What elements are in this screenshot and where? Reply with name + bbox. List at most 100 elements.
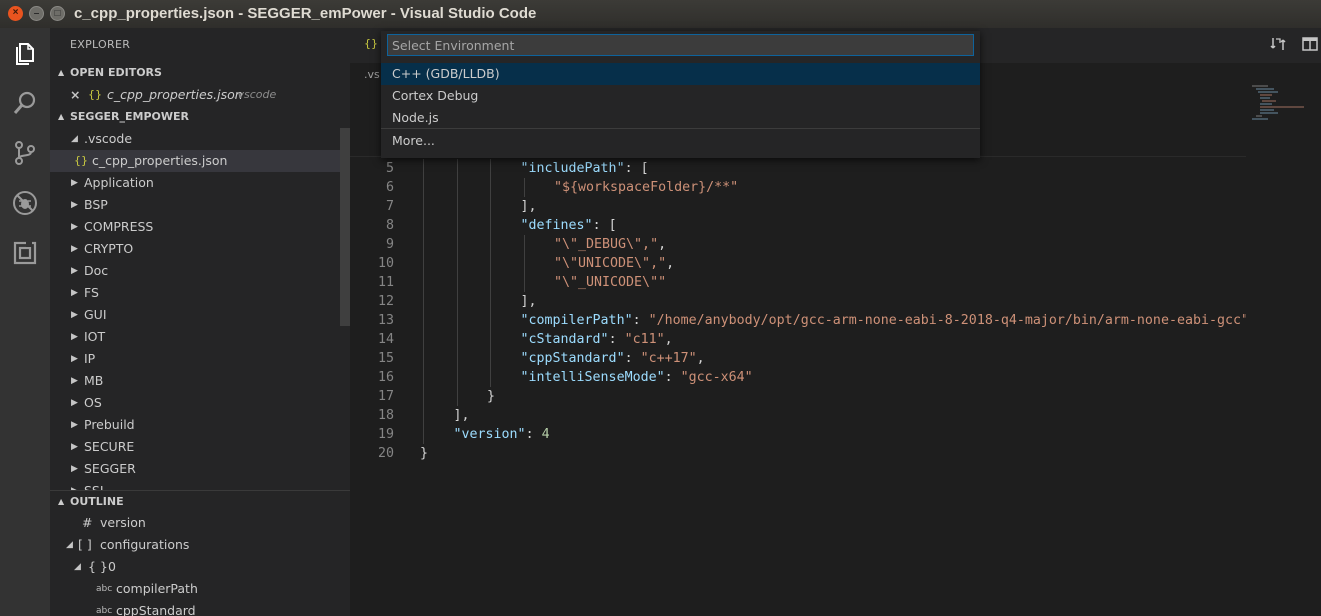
json-string: "/home/anybody/opt/gcc-arm-none-eabi-8-2… (648, 313, 1246, 328)
json-punct: : [ (592, 218, 617, 233)
open-editors-header[interactable]: ▲ OPEN EDITORS (50, 62, 350, 84)
tree-folder-vscode[interactable]: ◢ .vscode (50, 128, 340, 150)
sidebar-scrollbar[interactable] (340, 128, 350, 326)
outline-item[interactable]: ◢ [ ] configurations (50, 534, 340, 556)
code-line[interactable]: 14 "cStandard": "c11", (350, 330, 1246, 349)
window-maximize-icon[interactable]: □ (50, 6, 65, 21)
code-line[interactable]: 15 "cppStandard": "c++17", (350, 349, 1246, 368)
tree-folder[interactable]: ▶ Prebuild (50, 414, 340, 436)
activity-extensions[interactable] (0, 228, 50, 278)
code-text: ], (521, 197, 537, 216)
tree-folder-label: GUI (84, 307, 107, 322)
tree-folder[interactable]: ▶ SECURE (50, 436, 340, 458)
code-line[interactable]: 10 "\"UNICODE\",", (350, 254, 1246, 273)
workspace-header[interactable]: ▲ SEGGER_EMPOWER (50, 106, 350, 128)
indent-guide (456, 387, 458, 406)
code-line[interactable]: 18], (350, 406, 1246, 425)
line-number: 13 (377, 313, 394, 328)
code-line[interactable]: 17} (350, 387, 1246, 406)
json-string: "c11" (624, 332, 665, 347)
line-number: 9 (385, 237, 394, 252)
line-number: 19 (377, 427, 394, 442)
tree-folder-label: OS (84, 395, 102, 410)
activity-search[interactable] (0, 78, 50, 128)
quick-pick-item[interactable]: C++ (GDB/LLDB) (381, 63, 980, 85)
quick-pick-input[interactable] (387, 34, 974, 56)
code-line[interactable]: 19 "version": 4 (350, 425, 1246, 444)
tree-folder[interactable]: ▶ GUI (50, 304, 340, 326)
outline-item-label: compilerPath (116, 581, 198, 596)
close-icon[interactable]: × (70, 84, 80, 106)
outline-item-label: cppStandard (116, 603, 196, 616)
json-key: "cppStandard" (520, 351, 625, 366)
code-line[interactable]: 12], (350, 292, 1246, 311)
json-file-icon: {} (88, 88, 102, 101)
tree-folder[interactable]: ▶ COMPRESS (50, 216, 340, 238)
tree-file-selected[interactable]: {} c_cpp_properties.json (50, 150, 340, 172)
json-key: "cStandard" (520, 332, 609, 347)
indent-guide (456, 368, 458, 387)
line-number: 14 (377, 332, 394, 347)
tree-folder[interactable]: ▶ MB (50, 370, 340, 392)
code-line[interactable]: 13 "compilerPath": "/home/anybody/opt/gcc… (350, 311, 1246, 330)
code-line[interactable]: 20} (350, 444, 1246, 463)
extensions-icon (13, 241, 37, 265)
tree-folder[interactable]: ▶ FS (50, 282, 340, 304)
activity-debug[interactable] (0, 178, 50, 228)
json-punct: : (632, 313, 649, 328)
indent-guide (456, 254, 458, 273)
split-editor-icon[interactable] (1302, 36, 1318, 52)
outline-item-label: configurations (100, 537, 190, 552)
tree-folder[interactable]: ▶ OS (50, 392, 340, 414)
tree-folder[interactable]: ▶ IOT (50, 326, 340, 348)
code-line[interactable]: 7], (350, 197, 1246, 216)
chevron-right-icon: ▶ (71, 178, 78, 188)
code-line[interactable]: 16 "intelliSenseMode": "gcc-x64" (350, 368, 1246, 387)
tree-folder[interactable]: ▶ CRYPTO (50, 238, 340, 260)
activity-explorer[interactable] (0, 28, 50, 78)
tree-folder[interactable]: ▶ BSP (50, 194, 340, 216)
code-line[interactable]: 9 "\"_DEBUG\",", (350, 235, 1246, 254)
tree-folder[interactable]: ▶ Application (50, 172, 340, 194)
outline-item[interactable]: ◢ { } 0 (50, 556, 340, 578)
outline-item[interactable]: # version (50, 512, 340, 534)
code-line[interactable]: 5 "includePath": [ (350, 159, 1246, 178)
outline-item[interactable]: abc compilerPath (50, 578, 340, 600)
window-minimize-icon[interactable]: – (29, 6, 44, 21)
open-editor-item[interactable]: × {} c_cpp_properties.json .vscode (50, 84, 340, 106)
json-punct: ], (520, 199, 537, 214)
outline-item[interactable]: abc cppStandard (50, 600, 340, 616)
json-punct: : (624, 351, 641, 366)
activity-source-control[interactable] (0, 128, 50, 178)
code-text: "defines": [ (521, 216, 617, 235)
code-line[interactable]: 11 "\"_UNICODE\"" (350, 273, 1246, 292)
quick-pick-item[interactable]: More... (381, 130, 980, 152)
indent-guide (423, 216, 424, 235)
indent-guide (423, 330, 424, 349)
indent-guide (490, 159, 491, 178)
open-editor-folder: .vscode (234, 88, 277, 101)
quick-pick-item[interactable]: Cortex Debug (381, 85, 980, 107)
outline-header[interactable]: ▲ OUTLINE (50, 490, 350, 513)
minimap[interactable] (1248, 84, 1308, 124)
code-text: "cStandard": "c11", (521, 330, 673, 349)
indent-guide (456, 159, 458, 178)
json-file-icon: {} (74, 154, 88, 167)
tree-folder[interactable]: ▶ Doc (50, 260, 340, 282)
line-number: 17 (377, 389, 394, 404)
chevron-right-icon: ▶ (71, 420, 78, 430)
json-punct: } (420, 446, 429, 461)
code-line[interactable]: 8 "defines": [ (350, 216, 1246, 235)
tab-json-icon[interactable]: {} (364, 37, 378, 50)
tree-folder-label: .vscode (84, 131, 133, 146)
tree-folder[interactable]: ▶ SEGGER (50, 458, 340, 480)
indent-guide (423, 273, 424, 292)
compare-changes-icon[interactable] (1270, 36, 1286, 52)
breadcrumb[interactable]: .vs (364, 68, 380, 81)
code-line[interactable]: 6 "${workspaceFolder}/**" (350, 178, 1246, 197)
window-close-icon[interactable]: × (8, 6, 23, 21)
chevron-right-icon: ▶ (71, 376, 78, 386)
quick-pick-item[interactable]: Node.js (381, 107, 980, 129)
tree-folder[interactable]: ▶ IP (50, 348, 340, 370)
json-string: "\"_UNICODE\"" (554, 275, 667, 290)
